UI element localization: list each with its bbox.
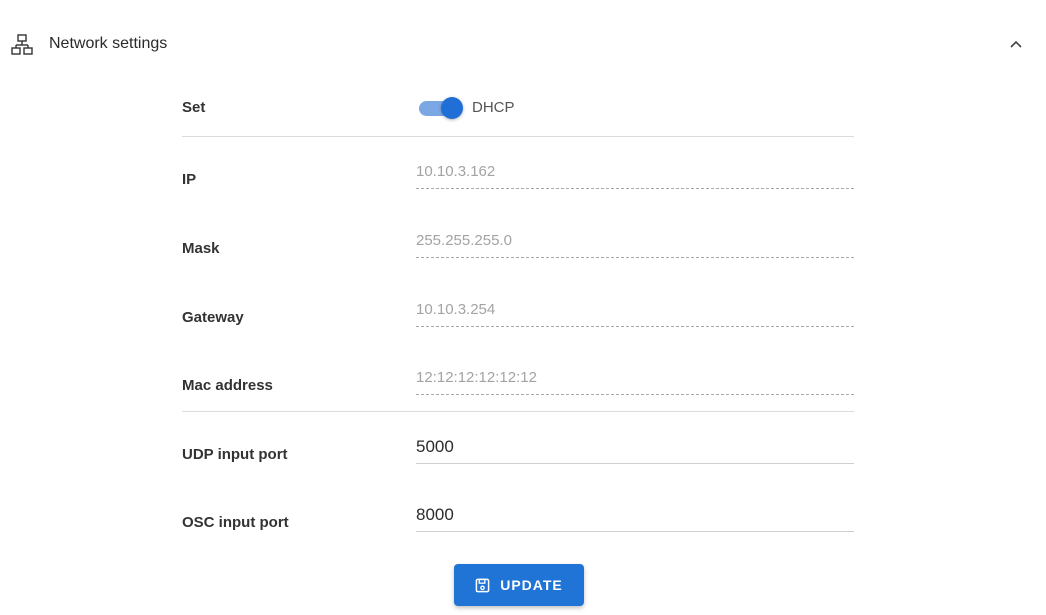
panel-title: Network settings bbox=[49, 35, 168, 52]
network-settings-panel: Network settings Set DHCP IP 10.10.3.162… bbox=[0, 0, 1046, 615]
gateway-label: Gateway bbox=[182, 309, 244, 326]
panel-header[interactable]: Network settings bbox=[0, 0, 1046, 88]
dhcp-toggle[interactable] bbox=[417, 96, 465, 120]
mask-label: Mask bbox=[182, 240, 220, 257]
gateway-field: 10.10.3.254 bbox=[416, 300, 854, 327]
udp-port-label: UDP input port bbox=[182, 446, 288, 463]
ip-label: IP bbox=[182, 171, 197, 188]
divider bbox=[182, 136, 854, 137]
mac-address-label: Mac address bbox=[182, 377, 273, 394]
save-icon bbox=[475, 578, 490, 593]
set-label: Set bbox=[182, 99, 206, 116]
dhcp-label: DHCP bbox=[472, 99, 515, 116]
ip-field: 10.10.3.162 bbox=[416, 162, 854, 189]
osc-port-label: OSC input port bbox=[182, 514, 289, 531]
update-button[interactable]: UPDATE bbox=[454, 564, 584, 606]
mask-field: 255.255.255.0 bbox=[416, 231, 854, 258]
chevron-up-icon[interactable] bbox=[1004, 33, 1028, 57]
udp-port-input[interactable]: 5000 bbox=[416, 437, 854, 464]
divider bbox=[182, 411, 854, 412]
update-button-label: UPDATE bbox=[500, 577, 563, 593]
osc-port-input[interactable]: 8000 bbox=[416, 505, 854, 532]
network-icon bbox=[10, 33, 34, 57]
toggle-thumb bbox=[441, 97, 463, 119]
mac-address-field: 12:12:12:12:12:12 bbox=[416, 368, 854, 395]
